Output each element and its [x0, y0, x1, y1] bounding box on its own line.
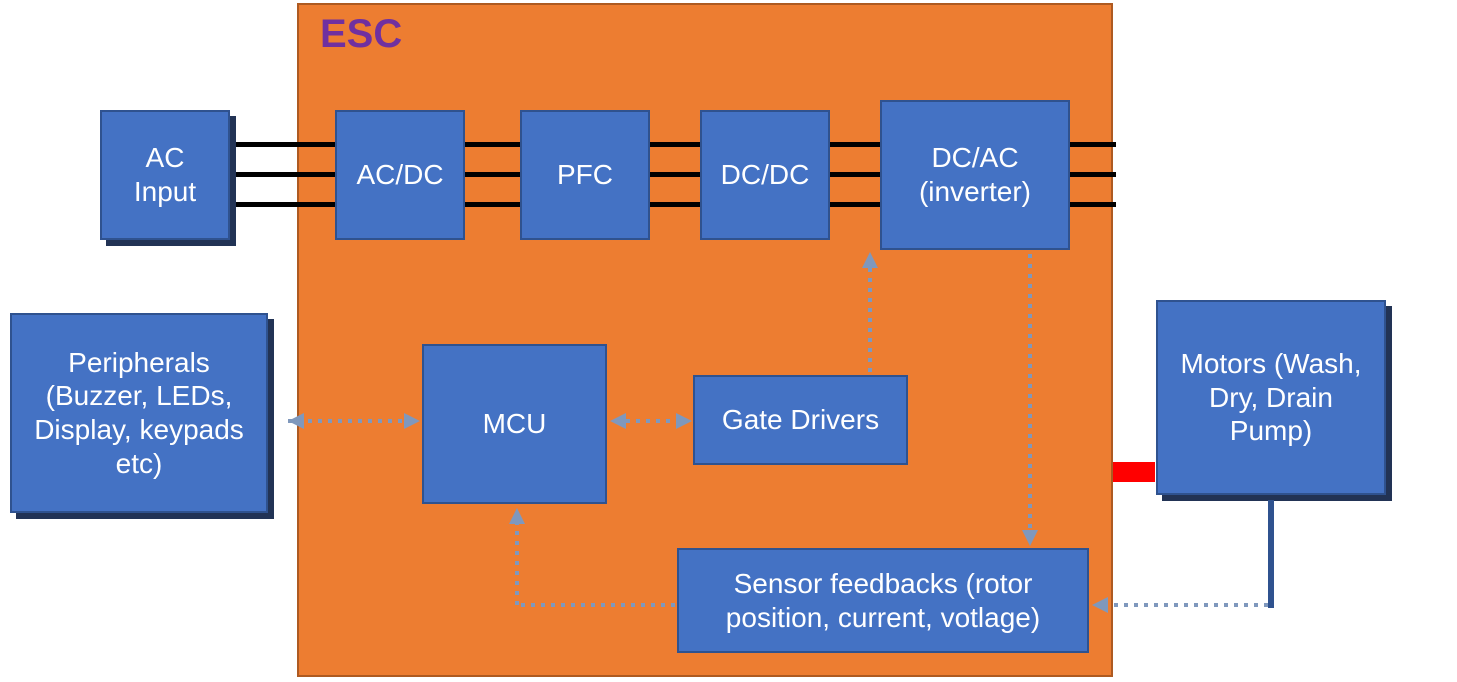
acdc-block: AC/DC [335, 110, 465, 240]
esc-label: ESC [320, 12, 402, 57]
bus-line [1064, 142, 1116, 147]
bus-line [232, 142, 342, 147]
dcdc-block: DC/DC [700, 110, 830, 240]
red-connector [1113, 462, 1155, 482]
bus-line [460, 142, 528, 147]
bus-line [460, 202, 528, 207]
ac-input-block: AC Input [100, 110, 230, 240]
pfc-block: PFC [520, 110, 650, 240]
bus-line [460, 172, 528, 177]
peripherals-block: Peripherals (Buzzer, LEDs, Display, keyp… [10, 313, 268, 513]
motor-line [1268, 500, 1274, 608]
sensor-feedbacks-block: Sensor feedbacks (rotor position, curren… [677, 548, 1089, 653]
mcu-block: MCU [422, 344, 607, 504]
dcac-block: DC/AC (inverter) [880, 100, 1070, 250]
gate-drivers-block: Gate Drivers [693, 375, 908, 465]
motors-block: Motors (Wash, Dry, Drain Pump) [1156, 300, 1386, 495]
bus-line [232, 202, 342, 207]
bus-line [232, 172, 342, 177]
bus-line [1064, 202, 1116, 207]
bus-line [1064, 172, 1116, 177]
